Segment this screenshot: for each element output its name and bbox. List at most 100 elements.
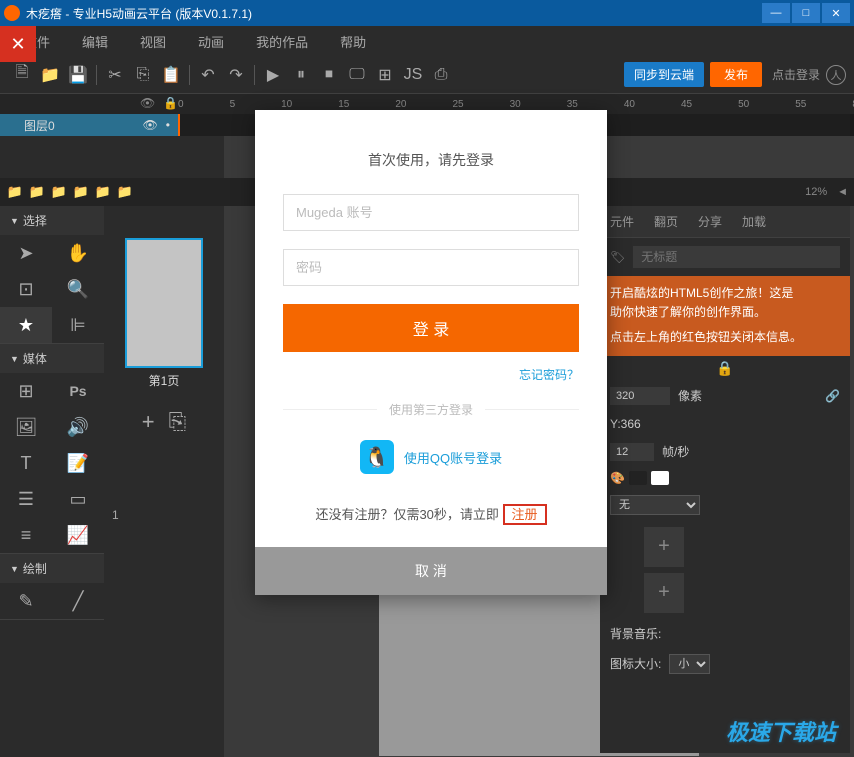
layer-dot-icon[interactable]: • — [166, 118, 170, 132]
color-swatch[interactable] — [651, 471, 669, 485]
section-draw[interactable]: ▼ 绘制 — [0, 554, 104, 583]
cut-icon[interactable]: ✂ — [101, 61, 129, 89]
paste-icon[interactable]: 📋 — [157, 61, 185, 89]
fps-label: 帧/秒 — [662, 443, 689, 460]
hand-tool[interactable]: ✋ — [52, 235, 104, 271]
forgot-password-link[interactable]: 忘记密码？ — [283, 366, 579, 383]
unit-label: 像素 — [678, 387, 702, 404]
export-icon[interactable]: ⎙ — [427, 61, 455, 89]
folder-icon[interactable]: 📁 — [94, 184, 112, 200]
layer-eye-icon[interactable]: 👁 — [143, 118, 158, 132]
ps-tool[interactable]: Ps — [52, 373, 104, 409]
save-icon[interactable]: 💾 — [64, 61, 92, 89]
link-icon[interactable]: 🔗 — [825, 389, 840, 403]
js-icon[interactable]: JS — [399, 61, 427, 89]
section-media[interactable]: ▼ 媒体 — [0, 344, 104, 373]
chevron-left-icon[interactable]: ◄ — [837, 186, 848, 198]
undo-icon[interactable]: ↶ — [194, 61, 222, 89]
watermark: 极速下载站 — [726, 715, 836, 747]
eye-icon[interactable]: 👁 — [140, 96, 155, 110]
align-tool[interactable]: ⊫ — [52, 307, 104, 343]
folder-icon[interactable]: 📁 — [50, 184, 68, 200]
tools-sidebar: ▼ 选择 ➤ ✋ ⊡ 🔍 ★ ⊫ ▼ 媒体 ⊞ Ps 🖼 🔊 T — [0, 136, 104, 757]
close-banner-button[interactable]: ✕ — [0, 26, 36, 62]
tag-icon: 🏷 — [610, 250, 625, 264]
effect-select[interactable]: 无 — [610, 495, 700, 515]
pause-icon[interactable]: ⏸ — [287, 61, 315, 89]
audio-tool[interactable]: 🔊 — [52, 409, 104, 445]
line-tool[interactable]: ╱ — [52, 583, 104, 619]
folder-icon[interactable]: 📁 — [28, 184, 46, 200]
text-tool[interactable]: T — [0, 445, 52, 481]
tab-flip[interactable]: 翻页 — [644, 206, 688, 237]
close-window-button[interactable]: ✕ — [822, 3, 850, 23]
zoom-value: 12% — [805, 186, 827, 198]
pencil-tool[interactable]: ✎ — [0, 583, 52, 619]
window-title: 木疙瘩 - 专业H5动画云平台 (版本V0.1.7.1) — [26, 5, 252, 22]
menu-edit[interactable]: 编辑 — [66, 32, 124, 51]
duplicate-page-button[interactable]: ⎘ — [169, 409, 187, 435]
register-prompt: 还没有注册？仅需30秒，请立即 注册 — [283, 504, 579, 523]
menu-works[interactable]: 我的作品 — [240, 32, 324, 51]
page-index: 1 — [112, 508, 119, 522]
add-page-button[interactable]: + — [142, 409, 155, 435]
y-label: Y:366 — [610, 417, 641, 431]
lock-icon[interactable]: 🔒 — [163, 96, 178, 110]
icon-size-select[interactable]: 小 — [669, 654, 710, 674]
user-icon[interactable]: 人 — [826, 65, 846, 85]
folder-icon[interactable]: 📁 — [72, 184, 90, 200]
crop-tool[interactable]: ⊡ — [0, 271, 52, 307]
maximize-button[interactable]: □ — [792, 3, 820, 23]
menu-view[interactable]: 视图 — [124, 32, 182, 51]
folder-icon[interactable]: 📁 — [116, 184, 134, 200]
color-swatch[interactable] — [629, 471, 647, 485]
login-submit-button[interactable]: 登 录 — [283, 304, 579, 352]
qr-icon[interactable]: ⊞ — [371, 61, 399, 89]
properties-panel: 元件 翻页 分享 加载 🏷 开启酷炫的HTML5创作之旅！这是 助你快速了解你的… — [600, 206, 850, 753]
page-label: 第1页 — [104, 372, 224, 397]
password-input[interactable] — [283, 249, 579, 286]
align-tool2[interactable]: ≡ — [0, 517, 52, 553]
page-thumbnail[interactable] — [125, 238, 203, 368]
tab-share[interactable]: 分享 — [688, 206, 732, 237]
publish-button[interactable]: 发布 — [710, 62, 762, 87]
section-select[interactable]: ▼ 选择 — [0, 206, 104, 235]
star-tool[interactable]: ★ — [0, 307, 52, 343]
pointer-tool[interactable]: ➤ — [0, 235, 52, 271]
menubar: ✕ 文件 编辑 视图 动画 我的作品 帮助 — [0, 26, 854, 56]
slide-tool[interactable]: ▭ — [52, 481, 104, 517]
open-icon[interactable]: 📁 — [36, 61, 64, 89]
grid-tool[interactable]: ⊞ — [0, 373, 52, 409]
new-icon[interactable]: 🗎 — [8, 61, 36, 89]
minimize-button[interactable]: — — [762, 3, 790, 23]
add-effect-button-2[interactable]: + — [644, 573, 684, 613]
fps-input[interactable] — [610, 443, 654, 461]
folder-icon[interactable]: 📁 — [6, 184, 24, 200]
layer-row[interactable]: 图层0 👁 • — [0, 114, 178, 136]
qq-login-button[interactable]: 🐧 使用QQ账号登录 — [283, 440, 579, 474]
third-party-header: 使用第三方登录 — [283, 401, 579, 418]
username-input[interactable] — [283, 194, 579, 231]
stop-icon[interactable]: ⏹ — [315, 61, 343, 89]
qq-icon: 🐧 — [360, 440, 394, 474]
menu-animation[interactable]: 动画 — [182, 32, 240, 51]
register-link[interactable]: 注册 — [508, 505, 542, 524]
copy-icon[interactable]: ⎘ — [129, 61, 157, 89]
width-input[interactable] — [610, 387, 670, 405]
title-input[interactable] — [633, 246, 840, 268]
login-link[interactable]: 点击登录 — [772, 66, 820, 83]
list-tool[interactable]: ☰ — [0, 481, 52, 517]
play-icon[interactable]: ▶ — [259, 61, 287, 89]
menu-help[interactable]: 帮助 — [324, 32, 382, 51]
zoom-tool[interactable]: 🔍 — [52, 271, 104, 307]
redo-icon[interactable]: ↷ — [222, 61, 250, 89]
sync-button[interactable]: 同步到云端 — [624, 62, 704, 87]
chart-tool[interactable]: 📈 — [52, 517, 104, 553]
tab-load[interactable]: 加载 — [732, 206, 776, 237]
image-tool[interactable]: 🖼 — [0, 409, 52, 445]
cancel-button[interactable]: 取 消 — [255, 547, 607, 595]
preview-icon[interactable]: 🖵 — [343, 61, 371, 89]
lock-icon[interactable]: 🔒 — [716, 360, 733, 376]
add-effect-button[interactable]: + — [644, 527, 684, 567]
input-tool[interactable]: 📝 — [52, 445, 104, 481]
